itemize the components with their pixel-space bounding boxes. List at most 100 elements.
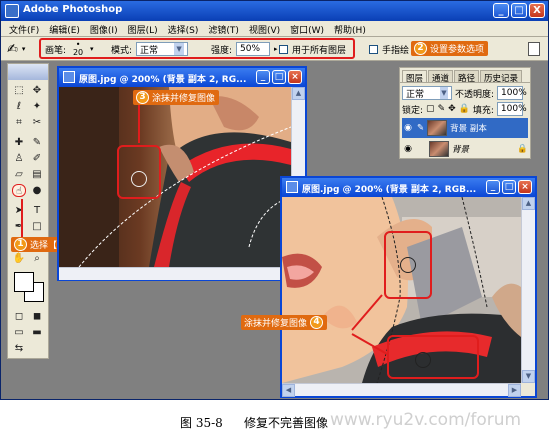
menu-view[interactable]: 视图(V) bbox=[245, 21, 286, 36]
strength-slider-arrow-icon[interactable]: ▸ bbox=[274, 45, 278, 53]
document-window-2[interactable]: 原图.jpg @ 200% (背景 副本 2, RGB... _ □ × ▲ ▼… bbox=[280, 176, 537, 398]
slice-tool-icon[interactable]: ✂ bbox=[30, 116, 44, 129]
menu-window[interactable]: 窗口(W) bbox=[286, 21, 330, 36]
doc2-horizontal-scrollbar[interactable]: ◀ ▶ bbox=[282, 383, 521, 397]
document-1-titlebar[interactable]: 原图.jpg @ 200% (背景 副本 2, RG... _ □ × bbox=[59, 68, 305, 87]
close-button[interactable]: X bbox=[529, 3, 545, 18]
tab-history[interactable]: 历史记录 bbox=[480, 70, 523, 84]
visibility-eye-icon[interactable]: ◉ bbox=[402, 122, 414, 134]
foreground-color-swatch[interactable] bbox=[14, 272, 34, 292]
quick-mask-icon[interactable]: ◼ bbox=[30, 310, 44, 323]
maximize-button[interactable]: □ bbox=[511, 3, 527, 18]
jump-to-imageready-icon[interactable]: ⇆ bbox=[12, 342, 26, 355]
menu-select[interactable]: 选择(S) bbox=[164, 21, 205, 36]
scroll-up-icon[interactable]: ▲ bbox=[522, 197, 535, 210]
callout-4: 涂抹并修复图像 4 bbox=[241, 315, 328, 330]
scroll-left-icon[interactable]: ◀ bbox=[282, 384, 295, 397]
document-2-titlebar[interactable]: 原图.jpg @ 200% (背景 副本 2, RGB... _ □ × bbox=[282, 178, 535, 197]
menu-edit[interactable]: 编辑(E) bbox=[45, 21, 86, 36]
menu-image[interactable]: 图像(I) bbox=[86, 21, 124, 36]
minimize-button[interactable]: _ bbox=[493, 3, 509, 18]
healing-brush-icon[interactable]: ✚ bbox=[12, 136, 26, 149]
brush-tool-icon[interactable]: ✎ bbox=[30, 136, 44, 149]
callout-1-number: 1 bbox=[14, 238, 27, 251]
strength-input[interactable]: 50% bbox=[236, 42, 271, 56]
smudge-tool-icon[interactable]: ☝ bbox=[12, 184, 26, 197]
gradient-tool-icon[interactable]: ▤ bbox=[30, 168, 44, 181]
menu-filter[interactable]: 滤镜(T) bbox=[204, 21, 245, 36]
photoshop-app-icon bbox=[5, 4, 19, 18]
brush-preview-icon[interactable]: • 20 bbox=[70, 41, 86, 57]
layer-row-background[interactable]: ◉ 背景 🔒 bbox=[402, 139, 528, 159]
menu-file[interactable]: 文件(F) bbox=[5, 21, 45, 36]
callout-4-text: 涂抹并修复图像 bbox=[244, 319, 308, 329]
opacity-label: 不透明度: bbox=[455, 89, 495, 100]
strength-label: 强度: bbox=[211, 45, 233, 56]
layer-lock-icon: 🔒 bbox=[517, 144, 528, 154]
path-select-icon[interactable]: ➤ bbox=[12, 204, 26, 217]
shape-tool-icon[interactable]: □ bbox=[30, 220, 44, 233]
lock-position-icon[interactable]: ✥ bbox=[448, 104, 456, 114]
clone-stamp-icon[interactable]: ♙ bbox=[12, 152, 26, 165]
marquee-tool-icon[interactable]: ⬚ bbox=[12, 84, 26, 97]
type-tool-icon[interactable]: T bbox=[30, 204, 44, 217]
tab-channels[interactable]: 通道 bbox=[428, 70, 454, 84]
mode-select[interactable]: 正常 ▼ bbox=[136, 42, 189, 56]
tab-paths[interactable]: 路径 bbox=[454, 70, 480, 84]
callout-3-number: 3 bbox=[136, 91, 149, 104]
doc2-vertical-scrollbar[interactable]: ▲ ▼ bbox=[521, 197, 535, 383]
hand-tool-icon[interactable]: ✋ bbox=[12, 252, 26, 265]
all-layers-checkbox[interactable] bbox=[279, 44, 288, 54]
document-1-canvas[interactable]: 3 涂抹并修复图像 bbox=[59, 87, 291, 267]
fill-input[interactable]: 100% bbox=[496, 102, 527, 116]
history-brush-icon[interactable]: ✐ bbox=[30, 152, 44, 165]
scroll-down-icon[interactable]: ▼ bbox=[522, 370, 535, 383]
dodge-tool-icon[interactable]: ● bbox=[30, 184, 44, 197]
lock-paint-icon[interactable]: ✎ bbox=[438, 104, 446, 114]
doc1-minimize-button[interactable]: _ bbox=[256, 70, 270, 84]
palette-well-icon[interactable] bbox=[528, 42, 540, 56]
eraser-tool-icon[interactable]: ▱ bbox=[12, 168, 26, 181]
strength-value: 50% bbox=[240, 44, 261, 54]
menu-help[interactable]: 帮助(H) bbox=[330, 21, 372, 36]
doc1-maximize-button[interactable]: □ bbox=[272, 70, 286, 84]
brush-dropdown-icon[interactable]: ▾ bbox=[90, 45, 94, 53]
opacity-input[interactable]: 100% bbox=[497, 86, 527, 100]
lock-all-icon[interactable]: 🔒 bbox=[459, 104, 470, 114]
layer-row-background-copy[interactable]: ◉ ✎ 背景 副本 bbox=[402, 118, 528, 138]
crop-tool-icon[interactable]: ⌗ bbox=[12, 116, 26, 129]
doc2-close-button[interactable]: × bbox=[518, 180, 532, 194]
pen-tool-icon[interactable]: ✒ bbox=[12, 220, 26, 233]
layer-thumbnail bbox=[427, 120, 448, 136]
doc1-close-button[interactable]: × bbox=[288, 70, 302, 84]
screen-mode-icon[interactable]: ▭ bbox=[12, 326, 26, 339]
doc2-minimize-button[interactable]: _ bbox=[486, 180, 500, 194]
tab-layers[interactable]: 图层 bbox=[402, 70, 428, 84]
doc1-horizontal-scrollbar[interactable] bbox=[59, 267, 291, 280]
visibility-eye-icon[interactable]: ◉ bbox=[402, 143, 414, 155]
document-window-1[interactable]: 原图.jpg @ 200% (背景 副本 2, RG... _ □ × 3 涂抹… bbox=[57, 66, 307, 281]
menubar: 文件(F) 编辑(E) 图像(I) 图层(L) 选择(S) 滤镜(T) 视图(V… bbox=[1, 21, 548, 37]
layers-panel: 图层 通道 路径 历史记录 正常 ▼ 不透明度: 100% 锁定: ▢ ✎ ✥ … bbox=[399, 67, 531, 159]
magic-wand-icon[interactable]: ✦ bbox=[30, 100, 44, 113]
toolbox: ⬚ ✥ ℓ ✦ ⌗ ✂ ✚ ✎ ♙ ✐ ▱ ▤ ☝ ● ➤ T ✒ □ ▭ ⁄ … bbox=[7, 63, 49, 359]
lock-label: 锁定: bbox=[402, 105, 424, 116]
document-2-canvas[interactable] bbox=[282, 197, 521, 383]
mode-label: 模式: bbox=[111, 45, 133, 56]
standard-mode-icon[interactable]: ◻ bbox=[12, 310, 26, 323]
scroll-up-icon[interactable]: ▲ bbox=[292, 87, 305, 100]
callout-2-text: 设置参数选项 bbox=[430, 45, 485, 55]
scroll-right-icon[interactable]: ▶ bbox=[508, 384, 521, 397]
blend-mode-select[interactable]: 正常 ▼ bbox=[402, 86, 452, 100]
zoom-tool-icon[interactable]: ⌕ bbox=[30, 252, 44, 265]
smudge-tool-preset-icon[interactable]: ✍ bbox=[7, 42, 18, 57]
finger-paint-checkbox[interactable] bbox=[369, 44, 378, 54]
lock-transparency-icon[interactable]: ▢ bbox=[426, 104, 435, 114]
move-tool-icon[interactable]: ✥ bbox=[30, 84, 44, 97]
document-1-title: 原图.jpg @ 200% (背景 副本 2, RG... bbox=[79, 75, 247, 85]
photo-child-shoulder bbox=[59, 87, 291, 267]
doc2-maximize-button[interactable]: □ bbox=[502, 180, 516, 194]
fullscreen-mode-icon[interactable]: ▬ bbox=[30, 326, 44, 339]
menu-layer[interactable]: 图层(L) bbox=[124, 21, 164, 36]
lasso-tool-icon[interactable]: ℓ bbox=[12, 100, 26, 113]
